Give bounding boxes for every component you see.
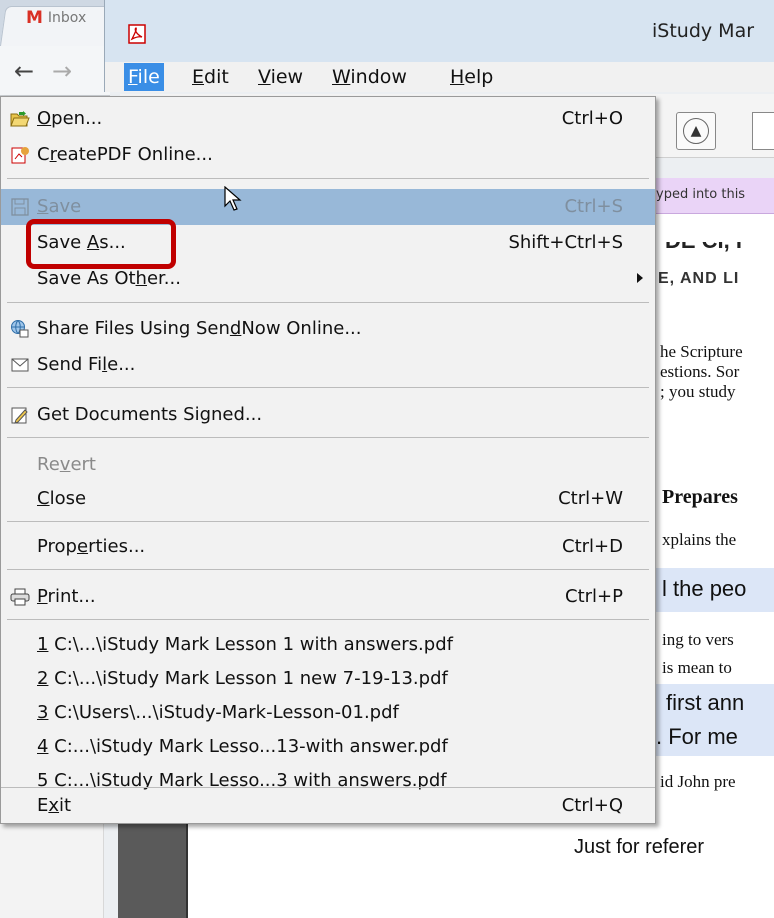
menu-edit[interactable]: Edit xyxy=(188,63,233,91)
printer-icon xyxy=(9,586,31,608)
menu-item-open[interactable]: Open... Ctrl+O xyxy=(1,101,655,137)
menu-separator xyxy=(7,619,649,620)
doc-section-heading: Prepares xyxy=(662,486,738,508)
window-title: iStudy Mar xyxy=(652,20,755,42)
menu-item-print[interactable]: Print... Ctrl+P xyxy=(1,579,655,615)
envelope-icon xyxy=(9,354,31,376)
doc-line: ing to vers xyxy=(662,630,734,649)
menu-item-revert[interactable]: Revert xyxy=(1,447,655,483)
menu-separator xyxy=(7,521,649,522)
globe-share-icon xyxy=(9,318,31,340)
menu-item-recent-file-2[interactable]: 2 C:\...\iStudy Mark Lesson 1 new 7-19-1… xyxy=(1,661,655,697)
forward-arrow-icon[interactable]: → xyxy=(52,57,72,85)
gmail-icon: M xyxy=(26,8,43,28)
arrow-up-icon: ▲ xyxy=(683,118,709,144)
menu-separator xyxy=(7,178,649,179)
sign-pen-icon xyxy=(9,404,31,426)
menu-separator xyxy=(7,437,649,438)
doc-line: first ann xyxy=(666,690,745,715)
acrobat-icon xyxy=(128,24,146,44)
menu-item-get-documents-signed[interactable]: Get Documents Signed... xyxy=(1,397,655,433)
doc-line: is mean to xyxy=(662,658,732,677)
back-arrow-icon[interactable]: ← xyxy=(14,57,34,85)
submenu-arrow-icon xyxy=(637,273,643,283)
menu-window[interactable]: Window xyxy=(328,63,411,91)
menu-item-createpdf-online[interactable]: CreatePDF Online... xyxy=(1,137,655,173)
browser-tab-content: M Inbox xyxy=(26,8,86,28)
doc-subheading: E, AND LI xyxy=(658,270,740,287)
menu-item-sendnow[interactable]: Share Files Using SendNow Online... xyxy=(1,311,655,347)
menu-item-recent-file-1[interactable]: 1 C:\...\iStudy Mark Lesson 1 with answe… xyxy=(1,627,655,663)
menu-item-properties[interactable]: Properties... Ctrl+D xyxy=(1,529,655,565)
menu-separator xyxy=(7,302,649,303)
menu-item-close[interactable]: Close Ctrl+W xyxy=(1,481,655,517)
menu-item-recent-file-3[interactable]: 3 C:\Users\...\iStudy-Mark-Lesson-01.pdf xyxy=(1,695,655,731)
menu-separator xyxy=(7,387,649,388)
doc-line: estions. Sor xyxy=(660,362,740,381)
page-number-input[interactable] xyxy=(752,112,774,150)
mouse-pointer-icon xyxy=(224,186,242,211)
menu-item-recent-file-4[interactable]: 4 C:...\iStudy Mark Lesso...13-with answ… xyxy=(1,729,655,765)
previous-page-button[interactable]: ▲ xyxy=(676,112,716,150)
doc-line: he Scripture xyxy=(660,342,743,361)
doc-line: ; you study xyxy=(660,382,736,401)
menu-item-send-file[interactable]: Send File... xyxy=(1,347,655,383)
menu-view[interactable]: View xyxy=(254,63,307,91)
doc-line: l the peo xyxy=(662,576,747,601)
save-disk-icon xyxy=(9,196,31,218)
browser-tab-label: Inbox xyxy=(47,10,87,26)
menu-separator xyxy=(7,569,649,570)
menu-file[interactable]: File xyxy=(124,63,164,91)
annotation-highlight-box xyxy=(26,219,176,269)
createpdf-icon xyxy=(9,144,31,166)
doc-line: id John pre xyxy=(660,772,736,791)
open-folder-icon xyxy=(9,108,31,130)
form-notice-text: yped into this xyxy=(656,187,746,202)
doc-line: xplains the xyxy=(662,530,737,549)
file-menu: Open... Ctrl+O CreatePDF Online... Save … xyxy=(0,96,656,824)
doc-line: Just for referer xyxy=(574,836,705,858)
menu-help[interactable]: Help xyxy=(446,63,497,91)
menu-item-exit[interactable]: Exit Ctrl+Q xyxy=(1,787,655,823)
screen: { "browser": {"tab_label": "Inbox"}, "ap… xyxy=(0,0,774,918)
doc-line: . For me xyxy=(656,724,738,749)
